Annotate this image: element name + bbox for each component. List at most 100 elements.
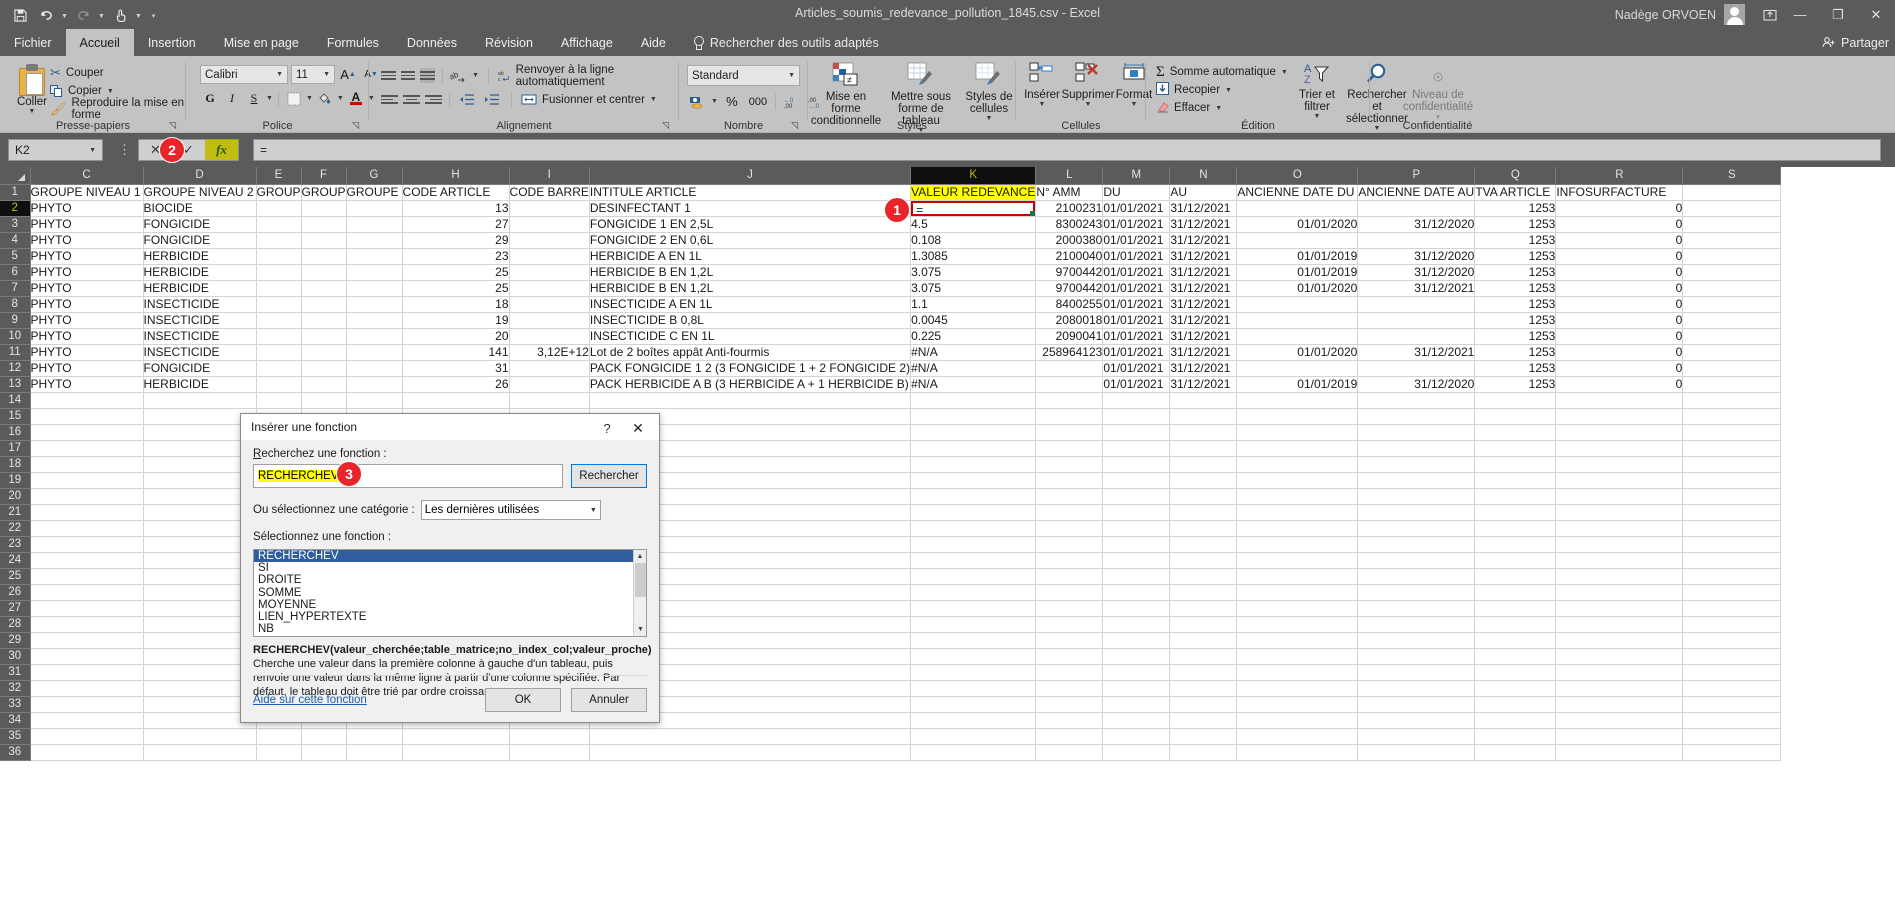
cell-P25[interactable] — [1358, 568, 1475, 584]
cell-C20[interactable] — [30, 488, 143, 504]
cell-L6[interactable]: 9700442 — [1036, 264, 1103, 280]
cell-P15[interactable] — [1358, 408, 1475, 424]
cell-D5[interactable]: HERBICIDE — [143, 248, 256, 264]
cell-H3[interactable]: 27 — [402, 216, 509, 232]
cell-D35[interactable] — [143, 728, 256, 744]
cell-N29[interactable] — [1170, 632, 1237, 648]
cell-Q2[interactable]: 1253 — [1475, 200, 1556, 216]
cell-Q20[interactable] — [1475, 488, 1556, 504]
cell-J6[interactable]: HERBICIDE B EN 1,2L — [589, 264, 910, 280]
sort-filter-dropdown-icon[interactable]: ▼ — [1314, 113, 1321, 120]
cell-Q6[interactable]: 1253 — [1475, 264, 1556, 280]
cell-F9[interactable] — [301, 312, 346, 328]
cell-L31[interactable] — [1036, 664, 1103, 680]
column-header-l[interactable]: L — [1036, 167, 1103, 184]
cell-S11[interactable] — [1683, 344, 1781, 360]
cell-F14[interactable] — [301, 392, 346, 408]
cell-D2[interactable]: BIOCIDE — [143, 200, 256, 216]
cell-S13[interactable] — [1683, 376, 1781, 392]
cell-C24[interactable] — [30, 552, 143, 568]
cell-G2[interactable] — [346, 200, 402, 216]
cell-P23[interactable] — [1358, 536, 1475, 552]
cell-C30[interactable] — [30, 648, 143, 664]
paste-button[interactable]: Coller ▼ — [8, 64, 56, 115]
cell-E3[interactable] — [256, 216, 301, 232]
column-header-e[interactable]: E — [256, 167, 301, 184]
cell-G36[interactable] — [346, 744, 402, 760]
cell-S17[interactable] — [1683, 440, 1781, 456]
cell-F12[interactable] — [301, 360, 346, 376]
format-cells-dropdown-icon[interactable]: ▼ — [1131, 101, 1138, 108]
cell-M21[interactable] — [1103, 504, 1170, 520]
copy-dropdown-icon[interactable]: ▼ — [107, 88, 114, 95]
cell-Q31[interactable] — [1475, 664, 1556, 680]
row-header-9[interactable]: 9 — [0, 312, 30, 328]
cell-F11[interactable] — [301, 344, 346, 360]
align-left-button[interactable] — [381, 92, 398, 107]
row-header-25[interactable]: 25 — [0, 568, 30, 584]
cell-N19[interactable] — [1170, 472, 1237, 488]
cell-M25[interactable] — [1103, 568, 1170, 584]
column-header-g[interactable]: G — [346, 167, 402, 184]
cell-C2[interactable]: PHYTO — [30, 200, 143, 216]
cell-O3[interactable]: 01/01/2020 — [1237, 216, 1358, 232]
row-header-13[interactable]: 13 — [0, 376, 30, 392]
cell-Q35[interactable] — [1475, 728, 1556, 744]
cell-N28[interactable] — [1170, 616, 1237, 632]
cell-E9[interactable] — [256, 312, 301, 328]
cell-I2[interactable] — [509, 200, 589, 216]
cell-S3[interactable] — [1683, 216, 1781, 232]
table-row[interactable]: 14 — [0, 392, 1781, 408]
cell-Q9[interactable]: 1253 — [1475, 312, 1556, 328]
cell-H36[interactable] — [402, 744, 509, 760]
cell-F5[interactable] — [301, 248, 346, 264]
tab-donnees[interactable]: Données — [393, 29, 471, 56]
cell-L9[interactable]: 2080018 — [1036, 312, 1103, 328]
row-header-29[interactable]: 29 — [0, 632, 30, 648]
cell-Q10[interactable]: 1253 — [1475, 328, 1556, 344]
cell-M36[interactable] — [1103, 744, 1170, 760]
cell-K7[interactable]: 3.075 — [911, 280, 1036, 296]
cell-M9[interactable]: 01/01/2021 — [1103, 312, 1170, 328]
cell-D1[interactable]: GROUPE NIVEAU 2 — [143, 184, 256, 200]
cell-R23[interactable] — [1556, 536, 1683, 552]
cell-M11[interactable]: 01/01/2021 — [1103, 344, 1170, 360]
cell-C34[interactable] — [30, 712, 143, 728]
cell-S25[interactable] — [1683, 568, 1781, 584]
table-row[interactable]: 35 — [0, 728, 1781, 744]
cell-R16[interactable] — [1556, 424, 1683, 440]
cell-G5[interactable] — [346, 248, 402, 264]
cell-S32[interactable] — [1683, 680, 1781, 696]
cell-L30[interactable] — [1036, 648, 1103, 664]
cell-Q23[interactable] — [1475, 536, 1556, 552]
search-button[interactable]: Rechercher — [571, 464, 647, 488]
cell-C6[interactable]: PHYTO — [30, 264, 143, 280]
cell-N25[interactable] — [1170, 568, 1237, 584]
table-row[interactable]: 7PHYTOHERBICIDE25HERBICIDE B EN 1,2L3.07… — [0, 280, 1781, 296]
cell-M4[interactable]: 01/01/2021 — [1103, 232, 1170, 248]
cell-M35[interactable] — [1103, 728, 1170, 744]
cell-Q27[interactable] — [1475, 600, 1556, 616]
cell-S36[interactable] — [1683, 744, 1781, 760]
fill-dropdown-icon[interactable]: ▼ — [1225, 87, 1232, 94]
cell-K23[interactable] — [911, 536, 1036, 552]
table-row[interactable]: 10PHYTOINSECTICIDE20INSECTICIDE C EN 1L0… — [0, 328, 1781, 344]
increase-font-size-button[interactable]: A▲ — [338, 65, 358, 84]
category-select[interactable]: Les dernières utilisées ▼ — [421, 500, 601, 520]
cell-Q12[interactable]: 1253 — [1475, 360, 1556, 376]
font-size-combo[interactable]: 11 ▼ — [291, 65, 335, 84]
cell-K8[interactable]: 1.1 — [911, 296, 1036, 312]
cell-I36[interactable] — [509, 744, 589, 760]
autosum-dropdown-icon[interactable]: ▼ — [1281, 69, 1288, 76]
dialog-close-icon[interactable]: ✕ — [627, 418, 649, 438]
cell-R30[interactable] — [1556, 648, 1683, 664]
cell-N24[interactable] — [1170, 552, 1237, 568]
cell-Q15[interactable] — [1475, 408, 1556, 424]
cell-M30[interactable] — [1103, 648, 1170, 664]
cell-L33[interactable] — [1036, 696, 1103, 712]
cell-S2[interactable] — [1683, 200, 1781, 216]
cell-P18[interactable] — [1358, 456, 1475, 472]
cell-E5[interactable] — [256, 248, 301, 264]
row-header-31[interactable]: 31 — [0, 664, 30, 680]
cell-I14[interactable] — [509, 392, 589, 408]
